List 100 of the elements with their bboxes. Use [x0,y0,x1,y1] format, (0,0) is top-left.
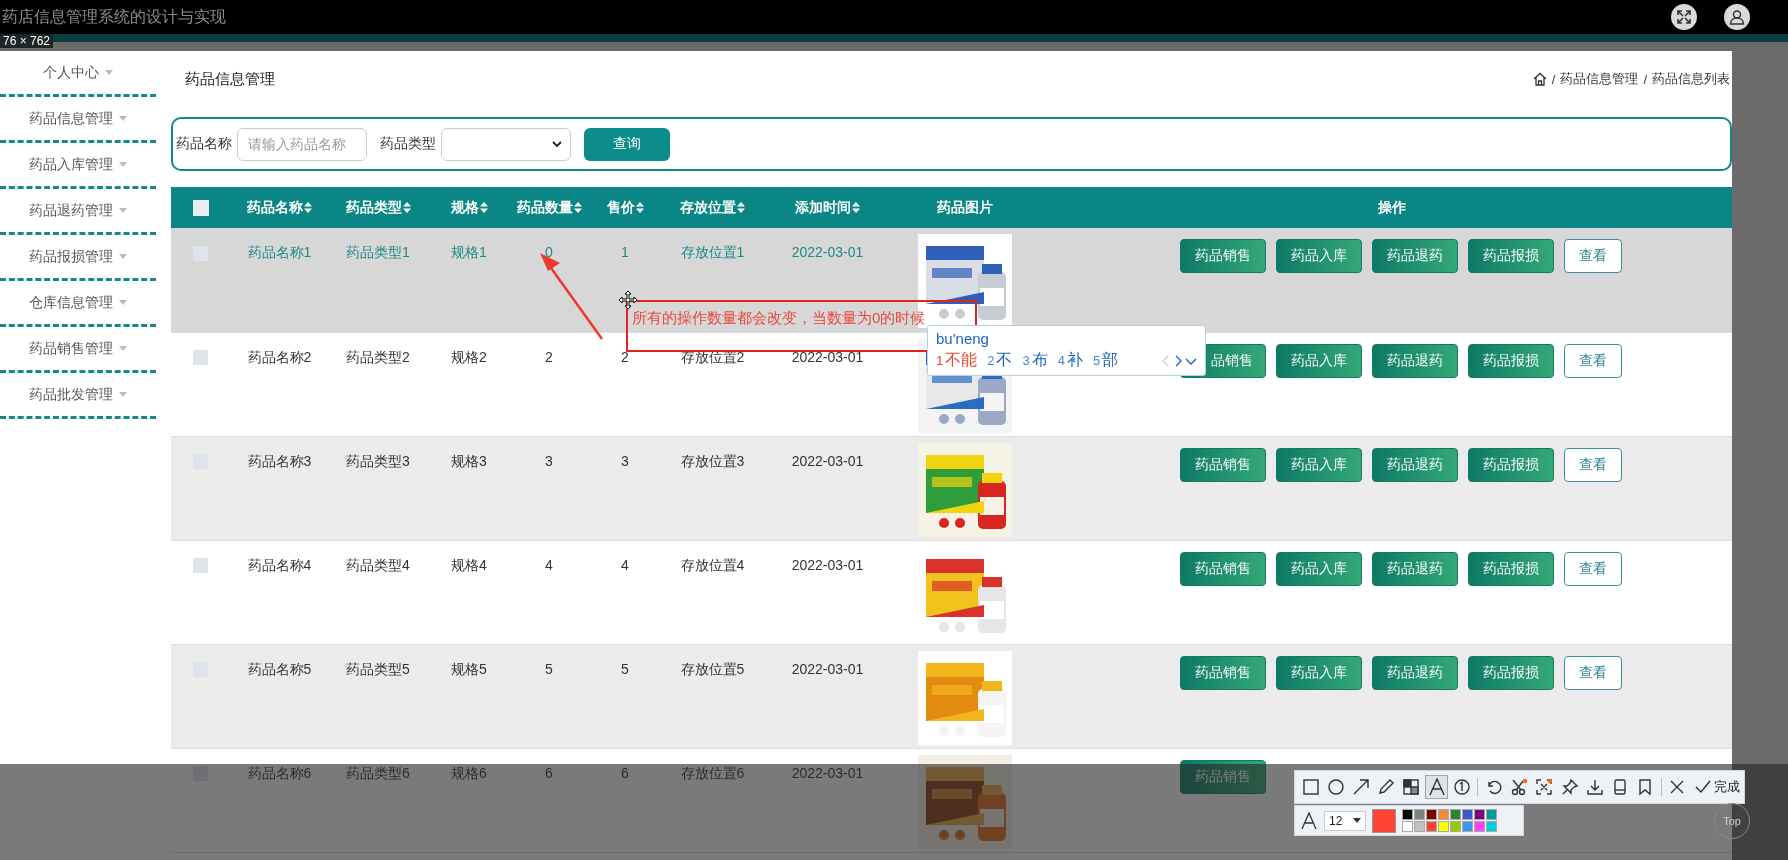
table-cell: 药品名称3 [247,452,312,469]
action-button[interactable]: 药品报损 [1468,239,1554,273]
text-tool[interactable] [1425,775,1449,799]
color-swatch[interactable] [1486,821,1497,832]
action-button[interactable]: 药品退药 [1372,551,1458,586]
action-button[interactable]: 药品入库 [1276,447,1362,482]
action-button[interactable]: 药品销售 [1180,239,1266,273]
color-swatch[interactable] [1414,821,1425,832]
caret-icon [119,346,127,351]
table-cell: 规格5 [451,660,487,677]
fullscreen-icon[interactable] [1671,4,1697,30]
color-swatch[interactable] [1462,821,1473,832]
action-button[interactable]: 药品退药 [1372,447,1458,482]
checkbox[interactable] [193,350,208,366]
color-swatch[interactable] [1438,809,1449,820]
view-button[interactable]: 查看 [1564,343,1622,378]
column-header: 操作 [1378,198,1406,217]
action-button[interactable]: 药品入库 [1276,239,1362,273]
action-button[interactable]: 药品退药 [1372,655,1458,690]
sort-icon[interactable] [402,202,411,213]
table-row[interactable]: 药品名称3 药品类型3 规格3 3 3 存放位置3 2022-03-01 药品销售 药品入库 药品退药 药品报损 查看 [171,436,1732,540]
view-button[interactable]: 查看 [1564,655,1622,690]
font-size-icon [1300,811,1318,830]
ime-candidate[interactable]: 2不 [987,349,1013,372]
table-cell: 2 [545,348,553,365]
search-field[interactable]: 请输入药品名称 [237,127,367,161]
table-cell: 存放位置3 [680,452,745,469]
table-row[interactable]: 药品名称4 药品类型4 规格4 4 4 存放位置4 2022-03-01 药品销售 药品入库 药品退药 药品报损 查看 [171,540,1732,644]
breadcrumb-link[interactable]: 药品信息管理 [1560,70,1639,88]
breadcrumb-separator: / [1643,71,1647,87]
color-swatch[interactable] [1486,809,1497,820]
sort-icon[interactable] [573,202,582,213]
pin-icon [1560,778,1579,796]
table-cell: 5 [621,660,629,677]
sort-icon[interactable] [737,202,745,213]
action-button[interactable]: 药品报损 [1468,551,1554,586]
sort-icon[interactable] [304,202,312,213]
table-cell: 药品类型4 [346,556,410,573]
ime-candidate[interactable]: 4补 [1057,349,1083,372]
action-button[interactable]: 药品报损 [1468,655,1554,690]
breadcrumb-link[interactable]: 药品信息列表 [1652,70,1730,88]
action-button[interactable]: 药品销售 [1180,551,1266,586]
action-button[interactable]: 药品报损 [1468,343,1554,378]
caret-icon [119,162,127,167]
table-cell: 存放位置1 [680,244,745,260]
color-swatch[interactable] [1402,821,1413,832]
table-cell: 药品类型2 [346,348,410,365]
action-button[interactable]: 药品退药 [1372,343,1458,378]
action-button[interactable]: 药品入库 [1276,551,1362,586]
chevron-right-icon[interactable] [1173,354,1183,367]
action-button[interactable]: 药品退药 [1372,239,1458,273]
table-cell: 2022-03-01 [791,348,864,365]
action-button[interactable]: 药品入库 [1276,655,1362,690]
table-cell: 0 [545,244,553,260]
table-cell: 药品名称2 [247,348,312,365]
caret-icon [119,392,127,397]
check-icon [1695,780,1712,794]
caret-icon [119,116,127,121]
color-swatch[interactable] [1414,809,1425,820]
home-icon[interactable] [1532,72,1547,86]
table-cell: 药品名称4 [247,556,312,573]
table-cell: 6 [621,764,629,781]
sort-icon[interactable] [852,202,860,213]
user-icon[interactable] [1724,4,1750,30]
sort-icon[interactable] [479,202,488,213]
table-cell: 2 [621,348,629,365]
action-button[interactable]: 药品销售 [1180,655,1266,690]
color-swatch[interactable] [1450,821,1461,832]
action-button[interactable]: 药品销售 [1180,759,1266,794]
color-swatch[interactable] [1426,809,1437,820]
query-button[interactable]: 查询 [584,127,670,161]
color-swatch[interactable] [1426,821,1437,832]
table-cell: 3 [621,452,629,469]
caret-icon [119,254,127,259]
color-swatch[interactable] [1474,821,1485,832]
table-cell: 存放位置5 [680,660,745,677]
ime-candidate[interactable]: 5部 [1092,349,1119,372]
color-swatch[interactable] [1450,809,1461,820]
view-button[interactable]: 查看 [1564,447,1622,482]
table-cell: 2022-03-01 [791,244,864,260]
checkbox[interactable] [193,558,208,574]
color-swatch[interactable] [1474,809,1485,820]
view-button[interactable]: 查看 [1564,239,1622,273]
checkbox[interactable] [192,200,209,217]
action-button[interactable]: 药品销售 [1180,447,1266,482]
table-cell: 3 [545,452,553,469]
action-button[interactable]: 药品报损 [1468,447,1554,482]
view-button[interactable]: 查看 [1564,551,1622,586]
color-swatch[interactable] [1402,809,1413,820]
action-button[interactable]: 药品入库 [1276,343,1362,378]
number-icon [1452,778,1471,796]
table-cell: 药品类型1 [346,244,410,260]
sort-icon[interactable] [635,202,644,213]
current-color[interactable] [1372,808,1396,833]
size-select[interactable]: 12 [1324,810,1366,831]
ime-candidate[interactable]: 3 布 [1022,349,1048,372]
color-swatch[interactable] [1462,809,1473,820]
color-swatch[interactable] [1438,821,1449,832]
table-cell: 药品类型6 [346,764,410,781]
table-row[interactable]: 药品名称5 药品类型5 规格5 5 5 存放位置5 2022-03-01 药品销售 药品入库 药品退药 药品报损 查看 [171,644,1732,748]
